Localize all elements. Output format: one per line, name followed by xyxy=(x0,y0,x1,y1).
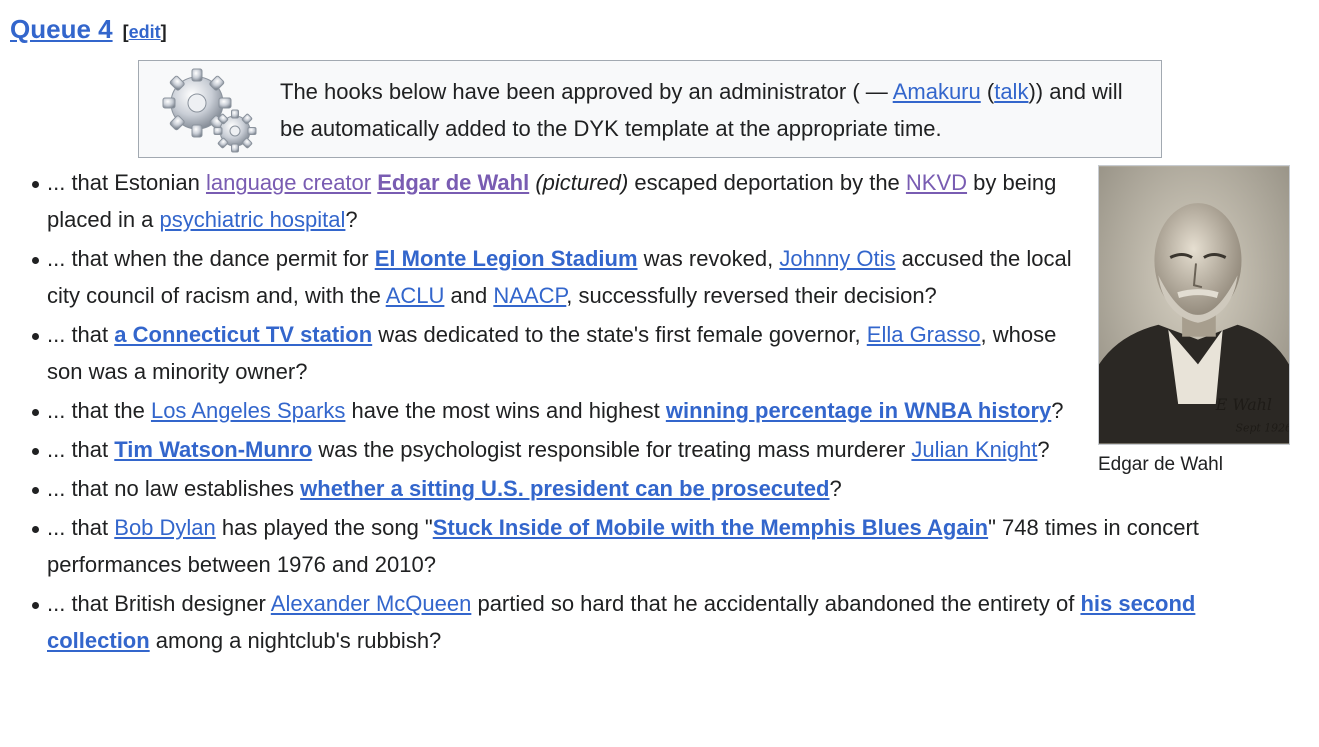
notice-text: The hooks below have been approved by an… xyxy=(280,73,1150,147)
pictured-note: (pictured) xyxy=(535,170,629,195)
article-link[interactable]: psychiatric hospital xyxy=(160,207,346,232)
article-link[interactable]: language creator xyxy=(206,170,371,195)
hook-text: and xyxy=(444,283,494,308)
hook-text: ... that the xyxy=(47,398,151,423)
hook-text: ... that xyxy=(47,322,115,347)
hook-text: was the psychologist responsible for tre… xyxy=(312,437,912,462)
hook-text: ? xyxy=(1037,437,1050,462)
hook-text: was revoked, xyxy=(637,246,780,271)
hook-text: among a nightclub's rubbish? xyxy=(149,628,442,653)
hook-text: ... that when the dance permit for xyxy=(47,246,375,271)
hook-text: , successfully reversed their decision? xyxy=(566,283,937,308)
section-heading: Queue 4 [edit] xyxy=(10,14,167,45)
hook-text: ... that xyxy=(47,515,115,540)
hook-item: ... that the Los Angeles Sparks have the… xyxy=(26,392,1072,429)
admin-user-link[interactable]: Amakuru xyxy=(893,79,981,104)
admin-talk-link[interactable]: talk xyxy=(994,79,1028,104)
hook-text: ? xyxy=(829,476,842,501)
hook-text: ? xyxy=(1051,398,1064,423)
bold-article-link[interactable]: a Connecticut TV station xyxy=(114,322,372,347)
article-link[interactable]: Julian Knight xyxy=(911,437,1037,462)
hook-item: ... that British designer Alexander McQu… xyxy=(26,585,1274,659)
hook-text: have the most wins and highest xyxy=(345,398,666,423)
hook-text: ? xyxy=(345,207,358,232)
photo-signature: E Wahl xyxy=(1215,395,1272,414)
hook-text: ... that British designer xyxy=(47,591,271,616)
article-link[interactable]: ACLU xyxy=(386,283,445,308)
edit-section: [edit] xyxy=(123,22,167,43)
article-link[interactable]: NKVD xyxy=(906,170,967,195)
hook-item: ... that when the dance permit for El Mo… xyxy=(26,240,1072,314)
bold-article-link[interactable]: El Monte Legion Stadium xyxy=(375,246,638,271)
bold-article-link[interactable]: winning percentage in WNBA history xyxy=(666,398,1051,423)
bold-article-link[interactable]: Tim Watson-Munro xyxy=(114,437,312,462)
bold-article-link[interactable]: whether a sitting U.S. president can be … xyxy=(300,476,829,501)
hook-text: ... that no law establishes xyxy=(47,476,301,501)
hook-item: ... that a Connecticut TV station was de… xyxy=(26,316,1072,390)
article-link[interactable]: Bob Dylan xyxy=(114,515,216,540)
notice-text-mid: ( xyxy=(980,79,995,104)
hook-image-figure: E Wahl Sept 1926 Edgar de Wahl xyxy=(1098,165,1290,477)
hook-text: was dedicated to the state's first femal… xyxy=(372,322,867,347)
hook-text: partied so hard that he accidentally aba… xyxy=(471,591,1081,616)
edit-bracket-close: ] xyxy=(160,22,167,42)
bold-article-link[interactable]: Stuck Inside of Mobile with the Memphis … xyxy=(433,515,988,540)
edit-link[interactable]: edit xyxy=(129,22,161,42)
hooks-list: ... that Estonian language creator Edgar… xyxy=(26,164,1274,661)
hook-text: ... that xyxy=(47,437,115,462)
section-title-link[interactable]: Queue 4 xyxy=(10,14,113,45)
article-link[interactable]: Los Angeles Sparks xyxy=(151,398,345,423)
gears-icon xyxy=(162,68,257,153)
hook-item: ... that Bob Dylan has played the song "… xyxy=(26,509,1274,583)
image-caption: Edgar de Wahl xyxy=(1098,454,1223,475)
portrait-photo[interactable]: E Wahl Sept 1926 xyxy=(1098,165,1290,445)
hook-text: escaped deportation by the xyxy=(628,170,906,195)
article-link[interactable]: Ella Grasso xyxy=(867,322,981,347)
approval-notice-box: The hooks below have been approved by an… xyxy=(138,60,1162,158)
hook-item: ... that Tim Watson-Munro was the psycho… xyxy=(26,431,1072,468)
hook-item: ... that no law establishes whether a si… xyxy=(26,470,1274,507)
hook-text: ... that Estonian xyxy=(47,170,206,195)
hook-text: has played the song " xyxy=(215,515,433,540)
article-link[interactable]: NAACP xyxy=(493,283,566,308)
article-link[interactable]: Johnny Otis xyxy=(779,246,895,271)
hook-item: ... that Estonian language creator Edgar… xyxy=(26,164,1072,238)
article-link[interactable]: Alexander McQueen xyxy=(271,591,472,616)
notice-text-before: The hooks below have been approved by an… xyxy=(280,79,893,104)
bold-article-link[interactable]: Edgar de Wahl xyxy=(377,170,529,195)
photo-signature-date: Sept 1926 xyxy=(1236,422,1290,435)
